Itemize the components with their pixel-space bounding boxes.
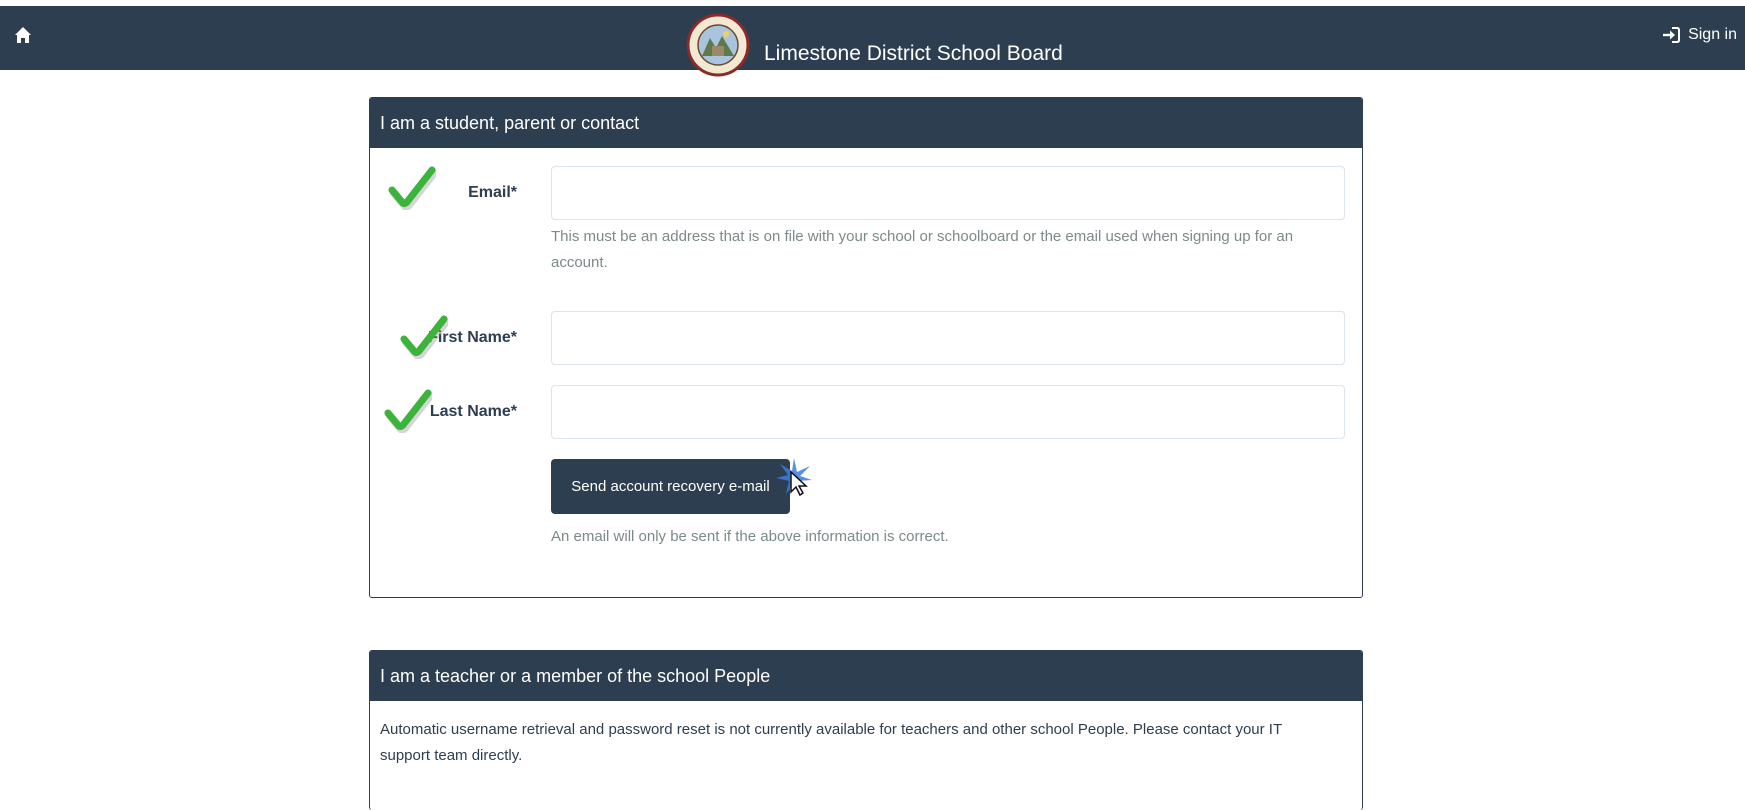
first-name-input[interactable]	[551, 311, 1345, 365]
sign-in-label: Sign in	[1688, 26, 1737, 43]
checkmark-icon	[384, 389, 432, 433]
first-name-row: First Name*	[370, 311, 1362, 365]
checkmark-icon	[400, 315, 449, 359]
home-button[interactable]	[10, 22, 36, 48]
last-name-input[interactable]	[551, 385, 1345, 439]
home-icon	[15, 27, 31, 43]
student-panel-heading: I am a student, parent or contact	[370, 98, 1362, 148]
student-recovery-panel: I am a student, parent or contact Email*…	[369, 97, 1363, 598]
brand-link[interactable]: Limestone District School Board	[686, 8, 1063, 86]
brand-name: Limestone District School Board	[764, 42, 1063, 65]
top-navbar: Limestone District School Board Sign in	[0, 6, 1745, 77]
first-name-label-wrap: First Name*	[400, 311, 517, 365]
email-row: Email* This must be an address that is o…	[370, 166, 1362, 306]
staff-panel-heading: I am a teacher or a member of the school…	[370, 651, 1362, 701]
sign-in-icon	[1663, 27, 1681, 43]
checkmark-icon	[388, 166, 437, 210]
email-label-wrap: Email*	[388, 166, 517, 220]
school-board-logo	[686, 13, 750, 77]
email-input[interactable]	[551, 166, 1345, 220]
email-label: Email*	[468, 184, 517, 201]
last-name-label: Last Name*	[429, 403, 517, 420]
mouse-cursor-icon	[776, 458, 812, 497]
last-name-row: Last Name*	[370, 385, 1362, 439]
send-help-text: An email will only be sent if the above …	[551, 528, 949, 545]
last-name-label-wrap: Last Name*	[384, 385, 517, 439]
send-recovery-email-button[interactable]: Send account recovery e-mail	[551, 459, 790, 514]
sign-in-link[interactable]: Sign in	[1662, 26, 1737, 44]
email-help-text: This must be an address that is on file …	[551, 228, 1294, 271]
staff-panel-message: Automatic username retrieval and passwor…	[380, 721, 1282, 764]
staff-recovery-panel: I am a teacher or a member of the school…	[369, 650, 1363, 810]
